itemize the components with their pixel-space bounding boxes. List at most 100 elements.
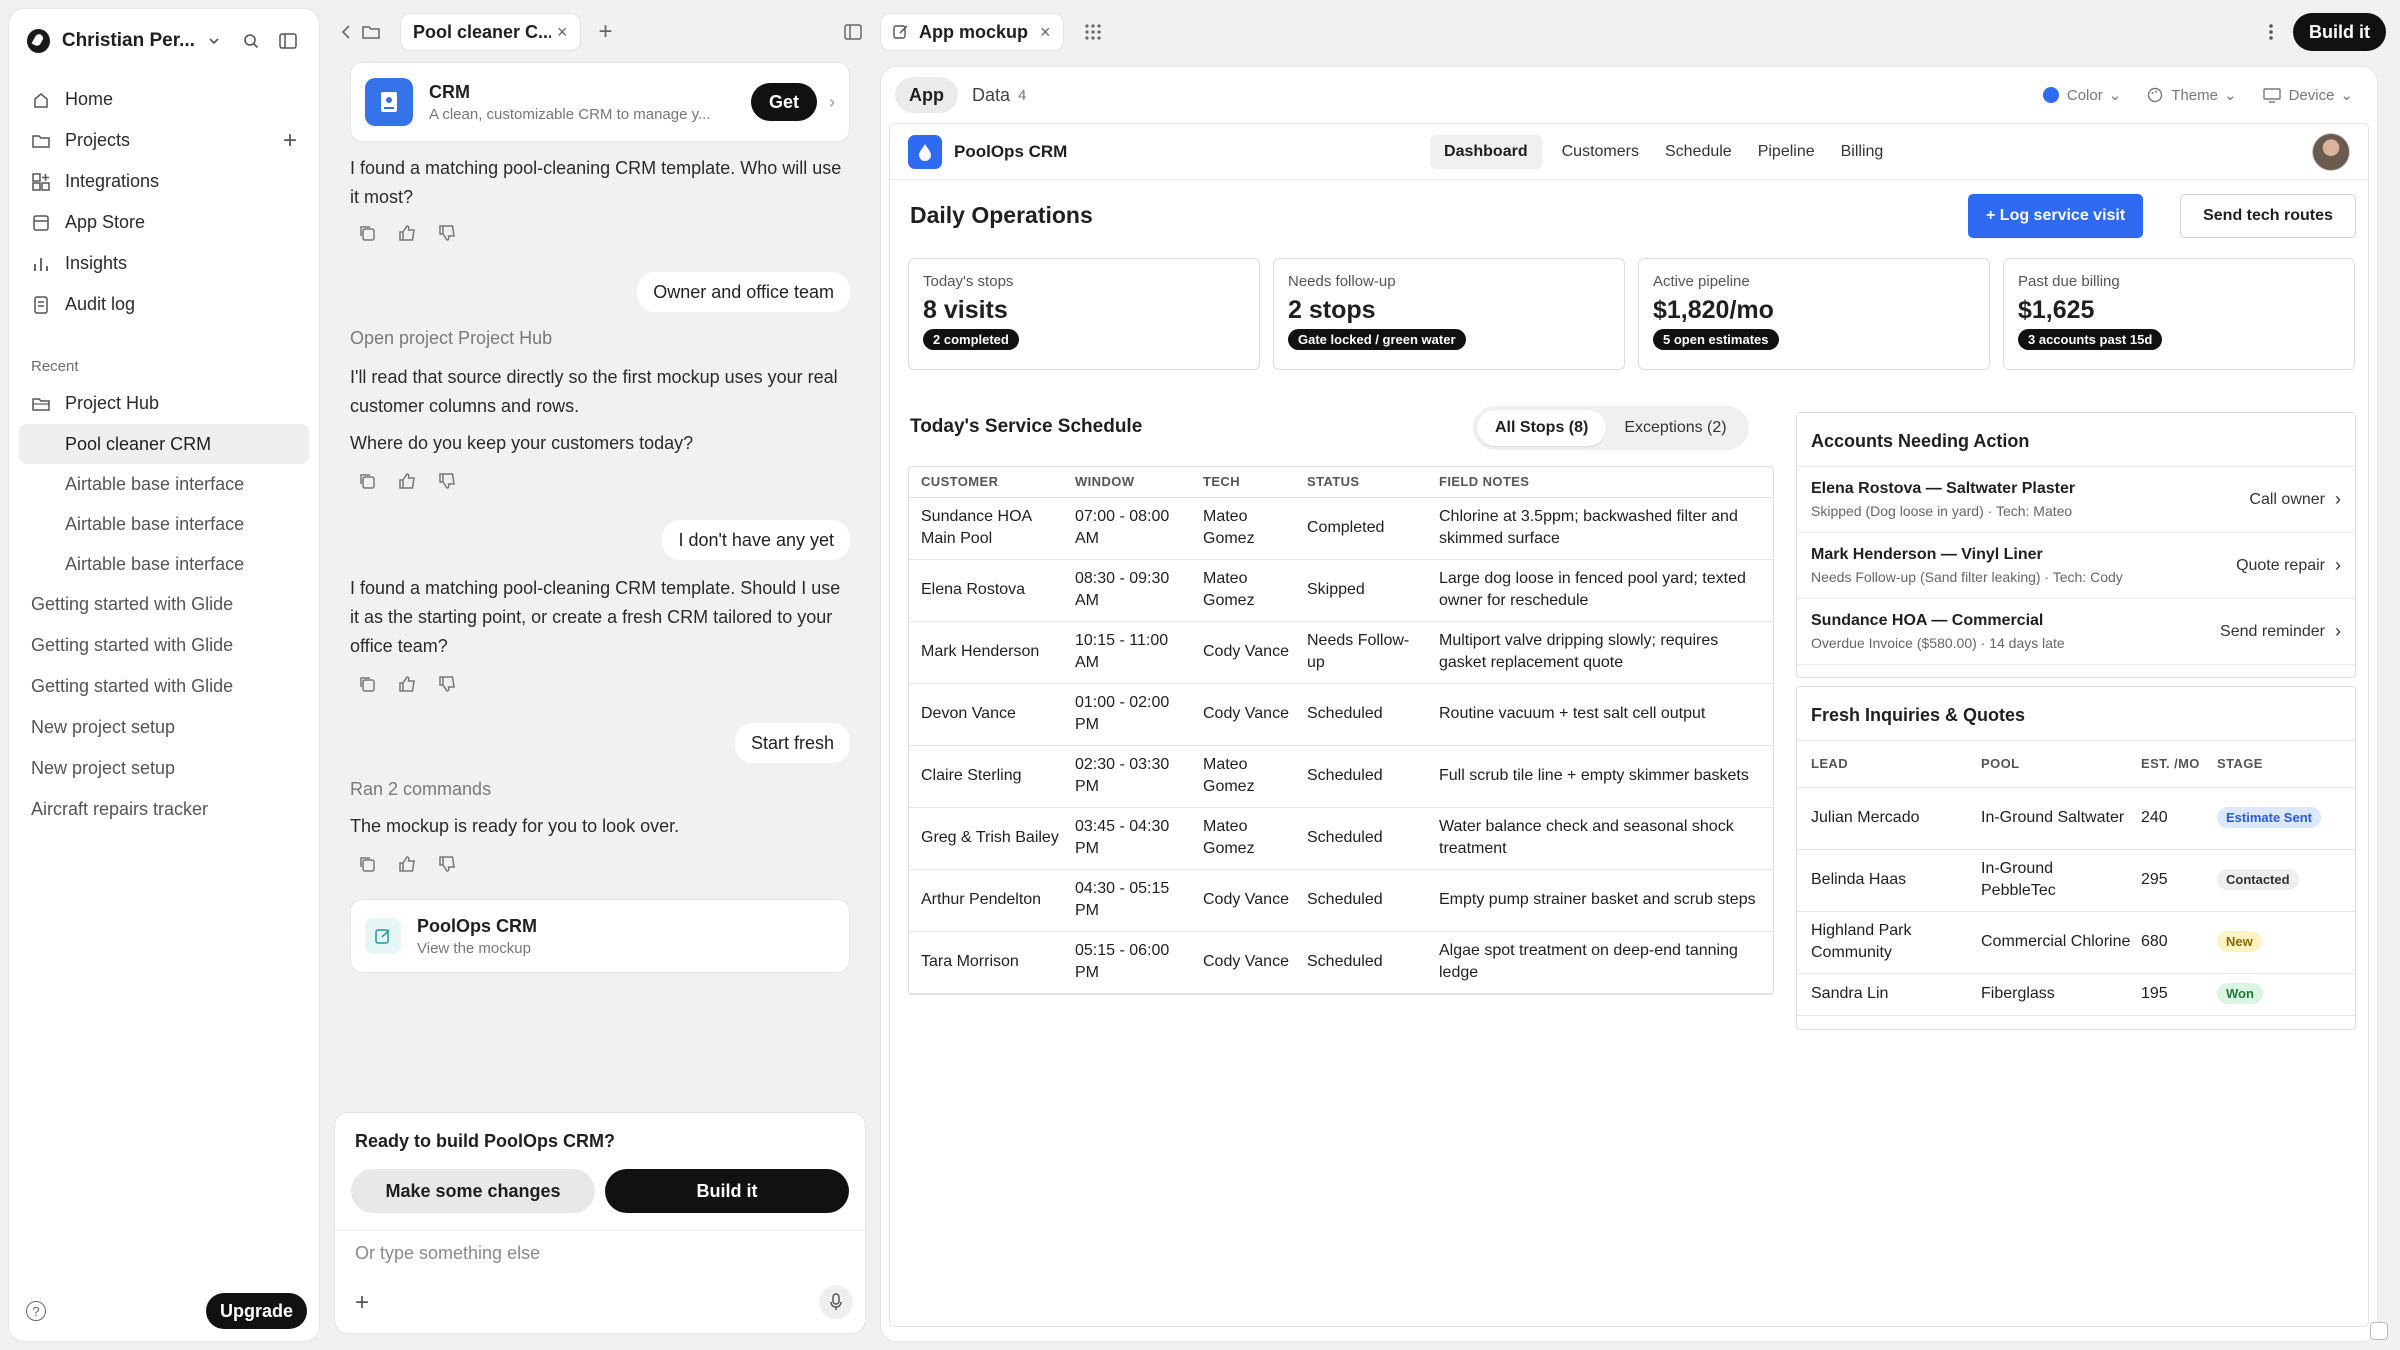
thumbs-up-icon[interactable]: [398, 675, 416, 693]
chevron-down-icon[interactable]: [201, 27, 228, 55]
schedule-row[interactable]: Greg & Trish Bailey 03:45 - 04:30 PM Mateo…: [909, 807, 1773, 869]
sidebar-toggle-icon[interactable]: [274, 27, 301, 55]
copy-icon[interactable]: [358, 675, 376, 693]
account-row[interactable]: Elena Rostova — Saltwater Plaster Skipped…: [1797, 467, 2355, 533]
page-title: Daily Operations: [910, 202, 1093, 228]
workspace-name[interactable]: Christian Per...: [62, 30, 201, 52]
send-tech-routes-button[interactable]: Send tech routes: [2180, 194, 2356, 238]
help-icon[interactable]: ?: [26, 1301, 46, 1321]
recent-item[interactable]: Getting started with Glide: [9, 666, 319, 707]
inquiry-row[interactable]: Belinda Haas In-Ground PebbleTec 295 Contac…: [1797, 849, 2355, 911]
inquiry-row[interactable]: Highland Park Community Commercial Chlori…: [1797, 911, 2355, 973]
account-action-button[interactable]: Quote repair ›: [2236, 555, 2341, 576]
window-cell: 01:00 - 02:00 PM: [1075, 694, 1170, 733]
build-it-top-button[interactable]: Build it: [2293, 13, 2386, 51]
attach-icon[interactable]: +: [355, 1291, 369, 1315]
schedule-row[interactable]: Tara Morrison 05:15 - 06:00 PM Cody Vance S…: [909, 931, 1773, 993]
get-template-button[interactable]: Get: [750, 83, 817, 121]
theme-control[interactable]: Theme ⌄: [2147, 86, 2237, 104]
recent-item[interactable]: Aircraft repairs tracker: [9, 789, 319, 830]
nav-pipeline[interactable]: Pipeline: [1752, 135, 1821, 169]
account-row[interactable]: Sundance HOA — Commercial Overdue Invoice…: [1797, 599, 2355, 665]
filter-exceptions[interactable]: Exceptions (2): [1606, 410, 1744, 446]
thumbs-up-icon[interactable]: [398, 224, 416, 242]
make-changes-button[interactable]: Make some changes: [351, 1169, 595, 1213]
copy-icon[interactable]: [358, 224, 376, 242]
nav-schedule[interactable]: Schedule: [1659, 135, 1738, 169]
close-icon[interactable]: ×: [557, 22, 568, 43]
color-control[interactable]: Color ⌄: [2042, 86, 2121, 104]
schedule-row[interactable]: Arthur Pendelton 04:30 - 05:15 PM Cody Van…: [909, 869, 1773, 931]
search-icon[interactable]: [238, 27, 265, 55]
sidebar-item-label: App Store: [65, 212, 146, 232]
tab-app[interactable]: App: [895, 77, 958, 113]
account-action-button[interactable]: Call owner ›: [2249, 489, 2341, 510]
sidebar-item-home[interactable]: Home: [9, 79, 319, 120]
kpi-badge: 5 open estimates: [1653, 329, 1779, 350]
recent-child-item[interactable]: Airtable base interface: [9, 504, 319, 544]
nav-billing[interactable]: Billing: [1835, 135, 1890, 169]
avatar[interactable]: [2312, 132, 2350, 171]
folder-icon[interactable]: [362, 24, 392, 40]
store-icon: [31, 213, 51, 233]
thumbs-up-icon[interactable]: [398, 472, 416, 490]
sidebar-item-audit-log[interactable]: Audit log: [9, 284, 319, 325]
recent-item[interactable]: New project setup: [9, 748, 319, 789]
recent-item[interactable]: New project setup: [9, 707, 319, 748]
recent-project-hub[interactable]: Project Hub: [9, 383, 319, 424]
chat-input[interactable]: Or type something else: [355, 1243, 540, 1264]
schedule-row[interactable]: Sundance HOA Main Pool 07:00 - 08:00 AM Ma…: [909, 497, 1773, 559]
thumbs-up-icon[interactable]: [398, 855, 416, 873]
more-options-icon[interactable]: [2269, 23, 2273, 41]
new-tab-icon[interactable]: +: [599, 18, 613, 46]
resize-handle-icon[interactable]: [2370, 1322, 2388, 1340]
microphone-icon[interactable]: [819, 1285, 853, 1319]
thumbs-down-icon[interactable]: [438, 675, 456, 693]
account-row[interactable]: Mark Henderson — Vinyl Liner Needs Follow…: [1797, 533, 2355, 599]
schedule-row[interactable]: Elena Rostova 08:30 - 09:30 AM Mateo Gomez…: [909, 559, 1773, 621]
template-card[interactable]: CRM A clean, customizable CRM to manage …: [350, 62, 850, 142]
sidebar-item-app-store[interactable]: App Store: [9, 202, 319, 243]
notes-cell: Full scrub tile line + empty skimmer bas…: [1439, 767, 1749, 784]
recent-child-item[interactable]: Airtable base interface: [9, 544, 319, 584]
notes-cell: Algae spot treatment on deep-end tanning…: [1439, 942, 1738, 981]
nav-dashboard[interactable]: Dashboard: [1430, 134, 1542, 169]
add-project-icon[interactable]: +: [283, 128, 297, 153]
log-service-visit-button[interactable]: + Log service visit: [1968, 194, 2144, 238]
nav-customers[interactable]: Customers: [1556, 135, 1645, 169]
inquiry-row[interactable]: Sandra Lin Fiberglass 195 Won: [1797, 973, 2355, 1015]
inquiry-row[interactable]: Julian Mercado In-Ground Saltwater 240 Esti…: [1797, 787, 2355, 849]
recent-child-item[interactable]: Airtable base interface: [9, 464, 319, 504]
mockup-card[interactable]: PoolOps CRM View the mockup: [350, 899, 850, 973]
edit-icon: [365, 918, 401, 954]
schedule-row[interactable]: Claire Sterling 02:30 - 03:30 PM Mateo Gom…: [909, 745, 1773, 807]
copy-icon[interactable]: [358, 472, 376, 490]
chat-tab[interactable]: Pool cleaner C... ×: [400, 13, 581, 51]
tab-data[interactable]: Data 4: [958, 77, 1040, 113]
sidebar-item-projects[interactable]: Projects +: [9, 120, 319, 161]
recent-item[interactable]: Getting started with Glide: [9, 625, 319, 666]
schedule-row[interactable]: Devon Vance 01:00 - 02:00 PM Cody Vance Sch…: [909, 683, 1773, 745]
upgrade-button[interactable]: Upgrade: [205, 1293, 307, 1329]
app-mockup-tab[interactable]: App mockup ×: [880, 13, 1064, 51]
account-action-button[interactable]: Send reminder ›: [2220, 621, 2341, 642]
grid-icon[interactable]: [1084, 23, 1102, 41]
copy-icon[interactable]: [358, 855, 376, 873]
thumbs-down-icon[interactable]: [438, 855, 456, 873]
back-icon[interactable]: [340, 24, 362, 40]
preview-tabs: App Data 4: [891, 77, 1044, 113]
schedule-row[interactable]: Mark Henderson 10:15 - 11:00 AM Cody Vance…: [909, 621, 1773, 683]
chevron-right-icon[interactable]: ›: [829, 92, 835, 113]
device-control[interactable]: Device ⌄: [2262, 86, 2353, 104]
panel-toggle-icon[interactable]: [844, 24, 862, 40]
close-icon[interactable]: ×: [1040, 22, 1051, 43]
filter-all-stops[interactable]: All Stops (8): [1477, 410, 1607, 446]
kpi-badge: 2 completed: [923, 329, 1019, 350]
build-it-button[interactable]: Build it: [605, 1169, 849, 1213]
thumbs-down-icon[interactable]: [438, 224, 456, 242]
recent-item[interactable]: Getting started with Glide: [9, 584, 319, 625]
thumbs-down-icon[interactable]: [438, 472, 456, 490]
sidebar-item-insights[interactable]: Insights: [9, 243, 319, 284]
recent-child-item[interactable]: Pool cleaner CRM: [19, 424, 309, 464]
sidebar-item-integrations[interactable]: Integrations: [9, 161, 319, 202]
